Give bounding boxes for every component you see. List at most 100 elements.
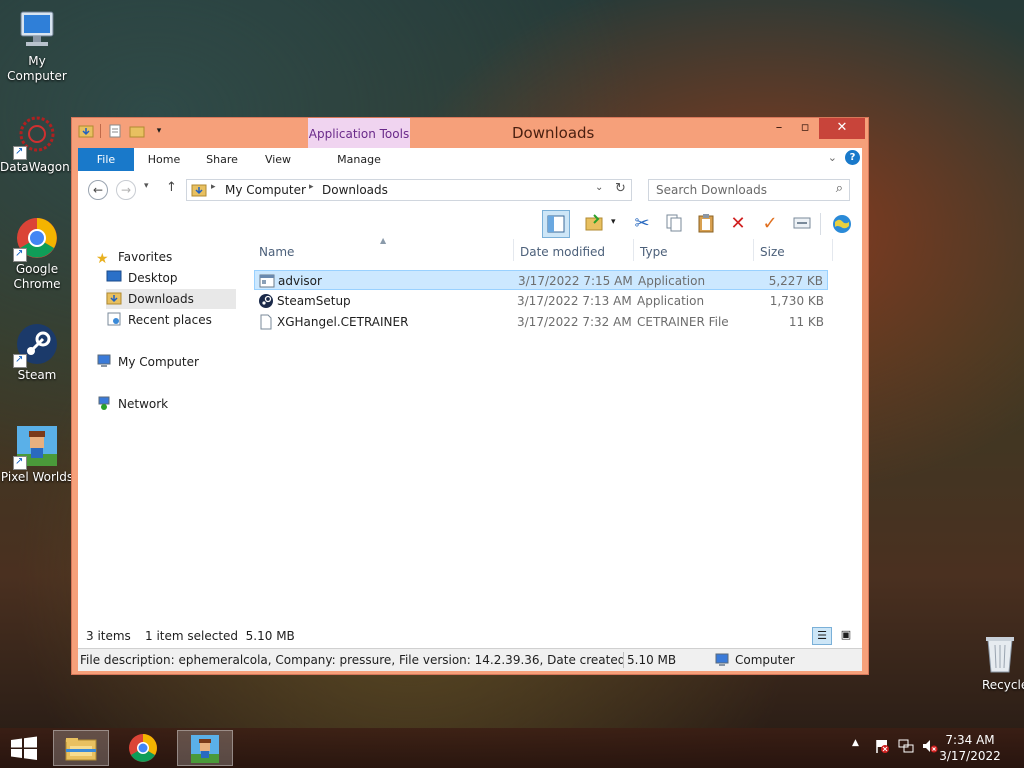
search-placeholder: Search Downloads [656, 183, 767, 197]
organize-dropdown-icon[interactable]: ▾ [611, 217, 616, 227]
volume-muted-icon[interactable] [922, 738, 938, 757]
large-icons-view-icon[interactable]: ▣ [836, 627, 856, 645]
delete-icon[interactable]: ✕ [724, 210, 752, 238]
computer-small-icon [96, 354, 112, 368]
properties-icon[interactable] [107, 123, 123, 139]
start-button[interactable] [10, 736, 38, 763]
document-icon [258, 314, 274, 330]
file-row-steamsetup[interactable]: SteamSetup 3/17/2022 7:13 AM Application… [254, 291, 828, 311]
expand-ribbon-icon[interactable]: ⌄ [828, 151, 837, 164]
column-header-type[interactable]: Type [640, 241, 750, 263]
application-tools-tab-group: Application Tools [308, 118, 410, 148]
network-tray-icon[interactable] [898, 738, 914, 757]
toolbar-divider [820, 213, 821, 235]
move-to-folder-icon[interactable] [580, 210, 608, 238]
network-globe-icon[interactable] [828, 210, 856, 238]
show-hidden-icons-button[interactable]: ▲ [852, 738, 859, 748]
search-input[interactable]: Search Downloads ⌕ [648, 179, 850, 201]
computer-icon [15, 8, 59, 52]
file-type: Application [638, 274, 706, 288]
navigation-pane: ★ Favorites Desktop Downloads Recent plac… [78, 239, 236, 624]
column-separator [832, 239, 833, 261]
nav-favorites[interactable]: ★ Favorites [96, 247, 172, 267]
nav-computer-label: My Computer [118, 355, 199, 369]
file-description: File description: ephemeralcola, Company… [80, 653, 624, 667]
taskbar-file-explorer[interactable] [53, 730, 109, 766]
new-folder-icon[interactable] [129, 123, 145, 139]
desktop-icon-google-chrome[interactable]: Google Chrome [0, 216, 74, 292]
refresh-icon[interactable]: ↻ [615, 181, 626, 196]
desktop-icon-steam[interactable]: Steam [0, 322, 74, 383]
nav-recent-places[interactable]: Recent places [106, 310, 212, 330]
pixel-worlds-taskbar-icon [191, 735, 219, 763]
paste-icon[interactable] [692, 210, 720, 238]
action-center-flag-icon[interactable] [874, 738, 890, 757]
properties-toolbar-icon[interactable] [788, 210, 816, 238]
close-button[interactable]: ✕ [819, 118, 865, 139]
recent-locations-chevron-icon[interactable]: ▾ [144, 181, 149, 191]
downloads-folder-icon [106, 291, 122, 305]
address-bar[interactable]: ▸ My Computer ▸ Downloads ⌄ ↻ [186, 179, 632, 201]
nav-my-computer[interactable]: My Computer [96, 352, 199, 372]
tab-file[interactable]: File [78, 148, 134, 171]
rename-check-icon[interactable]: ✓ [756, 210, 784, 238]
window-title: Downloads [512, 124, 595, 142]
tab-share[interactable]: Share [200, 148, 244, 171]
desktop-icon-recycle-bin[interactable]: Recycle [970, 632, 1024, 693]
maximize-button[interactable]: ▫ [790, 118, 820, 139]
details-location: Computer [735, 653, 795, 667]
folder-down-icon[interactable] [78, 123, 94, 139]
column-header-size[interactable]: Size [760, 241, 820, 263]
forward-button[interactable]: → [116, 180, 136, 200]
address-dropdown-icon[interactable]: ⌄ [595, 182, 603, 193]
explorer-window: ▾ Application Tools Downloads – ▫ ✕ File… [71, 117, 869, 675]
desktop-icon-pixel-worlds[interactable]: Pixel Worlds [0, 424, 74, 485]
desktop-icon-my-computer[interactable]: My Computer [0, 8, 74, 84]
recycle-bin-icon [978, 632, 1022, 676]
desktop-icon-datawagon[interactable]: DataWagon... [0, 114, 81, 175]
cut-icon[interactable]: ✂ [628, 210, 656, 238]
up-button[interactable]: ↑ [166, 180, 177, 195]
breadcrumb-separator-icon: ▸ [211, 182, 216, 192]
copy-icon[interactable] [660, 210, 688, 238]
quick-access-toolbar: ▾ [78, 123, 167, 139]
file-name: advisor [278, 274, 322, 288]
preview-pane-icon[interactable] [542, 210, 570, 238]
desktop-icon [106, 270, 122, 284]
file-row-advisor[interactable]: advisor 3/17/2022 7:15 AM Application 5,… [254, 270, 828, 290]
column-separator [753, 239, 754, 261]
customize-qat-icon[interactable]: ▾ [151, 123, 167, 139]
tab-view[interactable]: View [256, 148, 300, 171]
taskbar-pixel-worlds[interactable] [177, 730, 233, 766]
nav-desktop[interactable]: Desktop [106, 268, 178, 288]
file-type: Application [637, 294, 705, 308]
column-header-date[interactable]: Date modified [520, 241, 630, 263]
desktop-icon-label: Pixel Worlds [0, 470, 74, 484]
taskbar: ▲ 7:34 AM 3/17/2022 [0, 728, 1024, 768]
details-view-icon[interactable]: ☰ [812, 627, 832, 645]
help-icon[interactable]: ? [845, 150, 860, 165]
breadcrumb-downloads[interactable]: Downloads [322, 183, 388, 197]
search-icon[interactable]: ⌕ [836, 181, 843, 196]
clock-time: 7:34 AM [945, 733, 995, 747]
title-bar[interactable]: ▾ Application Tools Downloads – ▫ ✕ [72, 118, 868, 148]
file-row-xghangel[interactable]: XGHangel.CETRAINER 3/17/2022 7:32 AM CET… [254, 312, 828, 332]
breadcrumb-my-computer[interactable]: My Computer [225, 183, 306, 197]
steam-setup-icon [258, 293, 274, 309]
column-header-name[interactable]: Name [259, 241, 499, 263]
tab-manage[interactable]: Manage [312, 148, 406, 171]
nav-downloads[interactable]: Downloads [106, 289, 236, 309]
shortcut-arrow-icon [13, 144, 27, 160]
chrome-icon [13, 216, 59, 262]
nav-network[interactable]: Network [96, 394, 168, 414]
clock-date: 3/17/2022 [939, 749, 1001, 763]
computer-location-icon [714, 652, 730, 674]
details-bar: File description: ephemeralcola, Company… [78, 648, 862, 671]
file-explorer-icon [65, 738, 97, 761]
taskbar-chrome[interactable] [115, 730, 171, 766]
system-clock[interactable]: 7:34 AM 3/17/2022 [938, 732, 1002, 764]
tab-home[interactable]: Home [142, 148, 186, 171]
desktop-icon-label: My Computer [7, 54, 67, 83]
file-date: 3/17/2022 7:13 AM [517, 294, 632, 308]
back-button[interactable]: ← [88, 180, 108, 200]
